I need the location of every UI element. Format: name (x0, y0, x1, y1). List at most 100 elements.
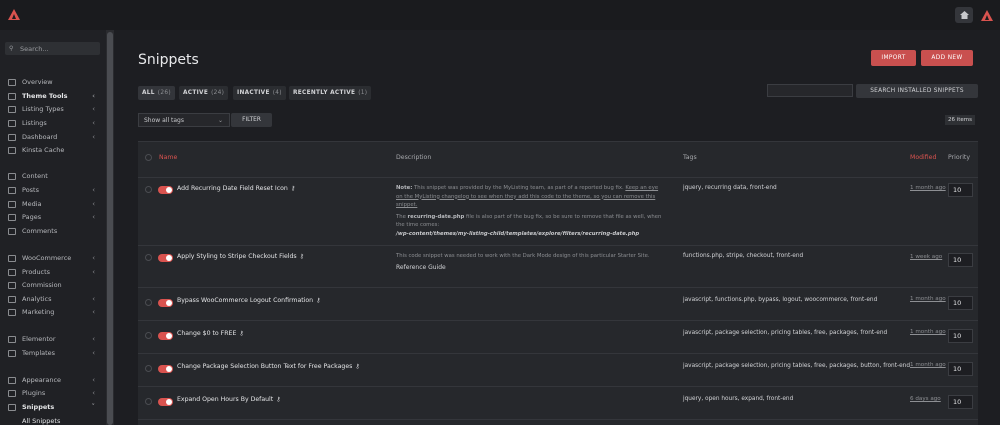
modified-date[interactable]: 6 days ago (910, 395, 946, 404)
sidebar-item-label: Posts (22, 186, 39, 194)
marketing-icon (8, 308, 16, 316)
active-toggle[interactable] (158, 332, 173, 340)
sidebar-item-theme-tools[interactable]: Theme Tools ‹ (0, 90, 106, 102)
content-icon (8, 172, 16, 180)
column-priority[interactable]: Priority (948, 154, 970, 161)
media-icon (8, 200, 16, 208)
snippet-tags[interactable]: jquery, recurring data, front-end (683, 185, 903, 191)
chevron-left-icon: ‹ (92, 105, 95, 113)
key-icon: ⚷ (276, 396, 281, 403)
sidebar-item-kinsta-cache[interactable]: Kinsta Cache (0, 144, 106, 156)
chevron-down-icon: ⌄ (217, 116, 223, 124)
sidebar-item-plugins[interactable]: Plugins ‹ (0, 387, 106, 399)
search-icon: ⚲ (9, 45, 14, 52)
row-checkbox[interactable] (145, 398, 152, 405)
row-checkbox[interactable] (145, 332, 152, 339)
snippet-tags[interactable]: javascript, functions.php, bypass, logou… (683, 297, 903, 303)
chevron-down-icon: ˅ (91, 403, 96, 411)
theme-tools-icon (8, 92, 16, 100)
select-all-checkbox[interactable] (145, 154, 152, 161)
modified-date[interactable]: 1 month ago (910, 184, 946, 193)
column-modified[interactable]: Modified (910, 154, 936, 161)
filter-button[interactable]: FILTER (231, 113, 272, 127)
sidebar-search-placeholder: Search... (20, 44, 49, 53)
key-icon: ⚷ (299, 253, 305, 260)
import-button[interactable]: IMPORT (871, 50, 916, 66)
snippet-tags[interactable]: functions.php, stripe, checkout, front-e… (683, 253, 903, 259)
priority-input[interactable]: 10 (948, 253, 973, 267)
modified-date[interactable]: 1 month ago (910, 361, 946, 370)
home-button[interactable] (955, 7, 973, 23)
sidebar-item-marketing[interactable]: Marketing ‹ (0, 306, 106, 318)
home-icon (959, 11, 969, 19)
tag-filter-select[interactable]: Show all tags ⌄ (138, 113, 230, 127)
snippet-name[interactable]: Change $0 to FREE ⚷ (177, 330, 244, 337)
add-new-button[interactable]: ADD NEW (921, 50, 973, 66)
priority-input[interactable]: 10 (948, 395, 973, 409)
sidebar-scrollbar-thumb[interactable] (107, 32, 113, 425)
sidebar-item-analytics[interactable]: Analytics ‹ (0, 293, 106, 305)
snippet-search-input[interactable] (767, 84, 853, 97)
priority-input[interactable]: 10 (948, 362, 973, 376)
sidebar-item-appearance[interactable]: Appearance ‹ (0, 374, 106, 386)
sidebar-item-label: Products (22, 268, 51, 276)
brand-triangle-icon[interactable] (981, 10, 993, 21)
reference-guide-link[interactable]: Reference Guide (396, 264, 666, 273)
logo-triangle-icon[interactable] (8, 9, 20, 20)
items-count: 26 items (945, 115, 975, 125)
sidebar-item-label: Media (22, 200, 42, 208)
snippet-tags[interactable]: javascript, package selection, pricing t… (683, 330, 903, 336)
snippet-name[interactable]: Add Recurring Date Field Reset Icon ⚷ (177, 185, 295, 192)
search-installed-snippets-button[interactable]: SEARCH INSTALLED SNIPPETS (856, 84, 978, 98)
sidebar-item-elementor[interactable]: Elementor ‹ (0, 333, 106, 345)
sidebar-item-label: Content (22, 172, 48, 180)
sidebar-item-all-snippets[interactable]: All Snippets (0, 415, 106, 425)
sidebar-item-woocommerce[interactable]: WooCommerce ‹ (0, 252, 106, 264)
modified-date[interactable]: 1 week ago (910, 253, 946, 262)
key-icon: ⚷ (239, 330, 244, 337)
sidebar-item-label: Snippets (22, 403, 55, 411)
sidebar-item-label: Commission (22, 281, 62, 289)
active-toggle[interactable] (158, 186, 173, 194)
sidebar-item-content[interactable]: Content (0, 170, 106, 182)
row-checkbox[interactable] (145, 365, 152, 372)
priority-input[interactable]: 10 (948, 329, 973, 343)
sidebar-item-commission[interactable]: Commission (0, 279, 106, 291)
snippet-name[interactable]: Apply Styling to Stripe Checkout Fields ⚷ (177, 253, 304, 260)
row-checkbox[interactable] (145, 254, 152, 261)
snippet-name[interactable]: Expand Open Hours By Default ⚷ (177, 396, 281, 403)
sidebar-item-listings[interactable]: Listings ‹ (0, 117, 106, 129)
snippet-tags[interactable]: jquery, open hours, expand, front-end (683, 396, 903, 402)
sidebar-item-media[interactable]: Media ‹ (0, 198, 106, 210)
snippet-name[interactable]: Bypass WooCommerce Logout Confirmation ⚷ (177, 297, 321, 304)
sidebar-item-templates[interactable]: Templates ‹ (0, 347, 106, 359)
sidebar-item-pages[interactable]: Pages ‹ (0, 211, 106, 223)
sidebar-search[interactable]: ⚲ Search... (5, 42, 100, 55)
snippet-name[interactable]: Change Package Selection Button Text for… (177, 363, 360, 370)
row-checkbox[interactable] (145, 186, 152, 193)
column-tags: Tags (683, 154, 697, 161)
sidebar-item-products[interactable]: Products ‹ (0, 266, 106, 278)
sidebar-item-snippets[interactable]: Snippets ˅ (0, 401, 106, 413)
sidebar-item-overview[interactable]: Overview (0, 76, 106, 88)
active-toggle[interactable] (158, 365, 173, 373)
priority-input[interactable]: 10 (948, 183, 973, 197)
sidebar-item-listing-types[interactable]: Listing Types ‹ (0, 103, 106, 115)
tab-recently-active[interactable]: RECENTLY ACTIVE (1) (289, 86, 372, 100)
tab-all[interactable]: ALL (26) (138, 86, 175, 100)
sidebar-item-posts[interactable]: Posts ‹ (0, 184, 106, 196)
active-toggle[interactable] (158, 299, 173, 307)
modified-date[interactable]: 1 month ago (910, 328, 946, 337)
active-toggle[interactable] (158, 254, 173, 262)
column-name[interactable]: Name (159, 154, 177, 161)
modified-date[interactable]: 1 month ago (910, 295, 946, 304)
tab-active[interactable]: ACTIVE (24) (179, 86, 229, 100)
priority-input[interactable]: 10 (948, 296, 973, 310)
row-checkbox[interactable] (145, 299, 152, 306)
sidebar-item-comments[interactable]: Comments (0, 225, 106, 237)
active-toggle[interactable] (158, 398, 173, 406)
sidebar-item-dashboard[interactable]: Dashboard ‹ (0, 131, 106, 143)
snippet-tags[interactable]: javascript, package selection, pricing t… (683, 363, 910, 369)
analytics-icon (8, 295, 16, 303)
tab-inactive[interactable]: INACTIVE (4) (233, 86, 286, 100)
